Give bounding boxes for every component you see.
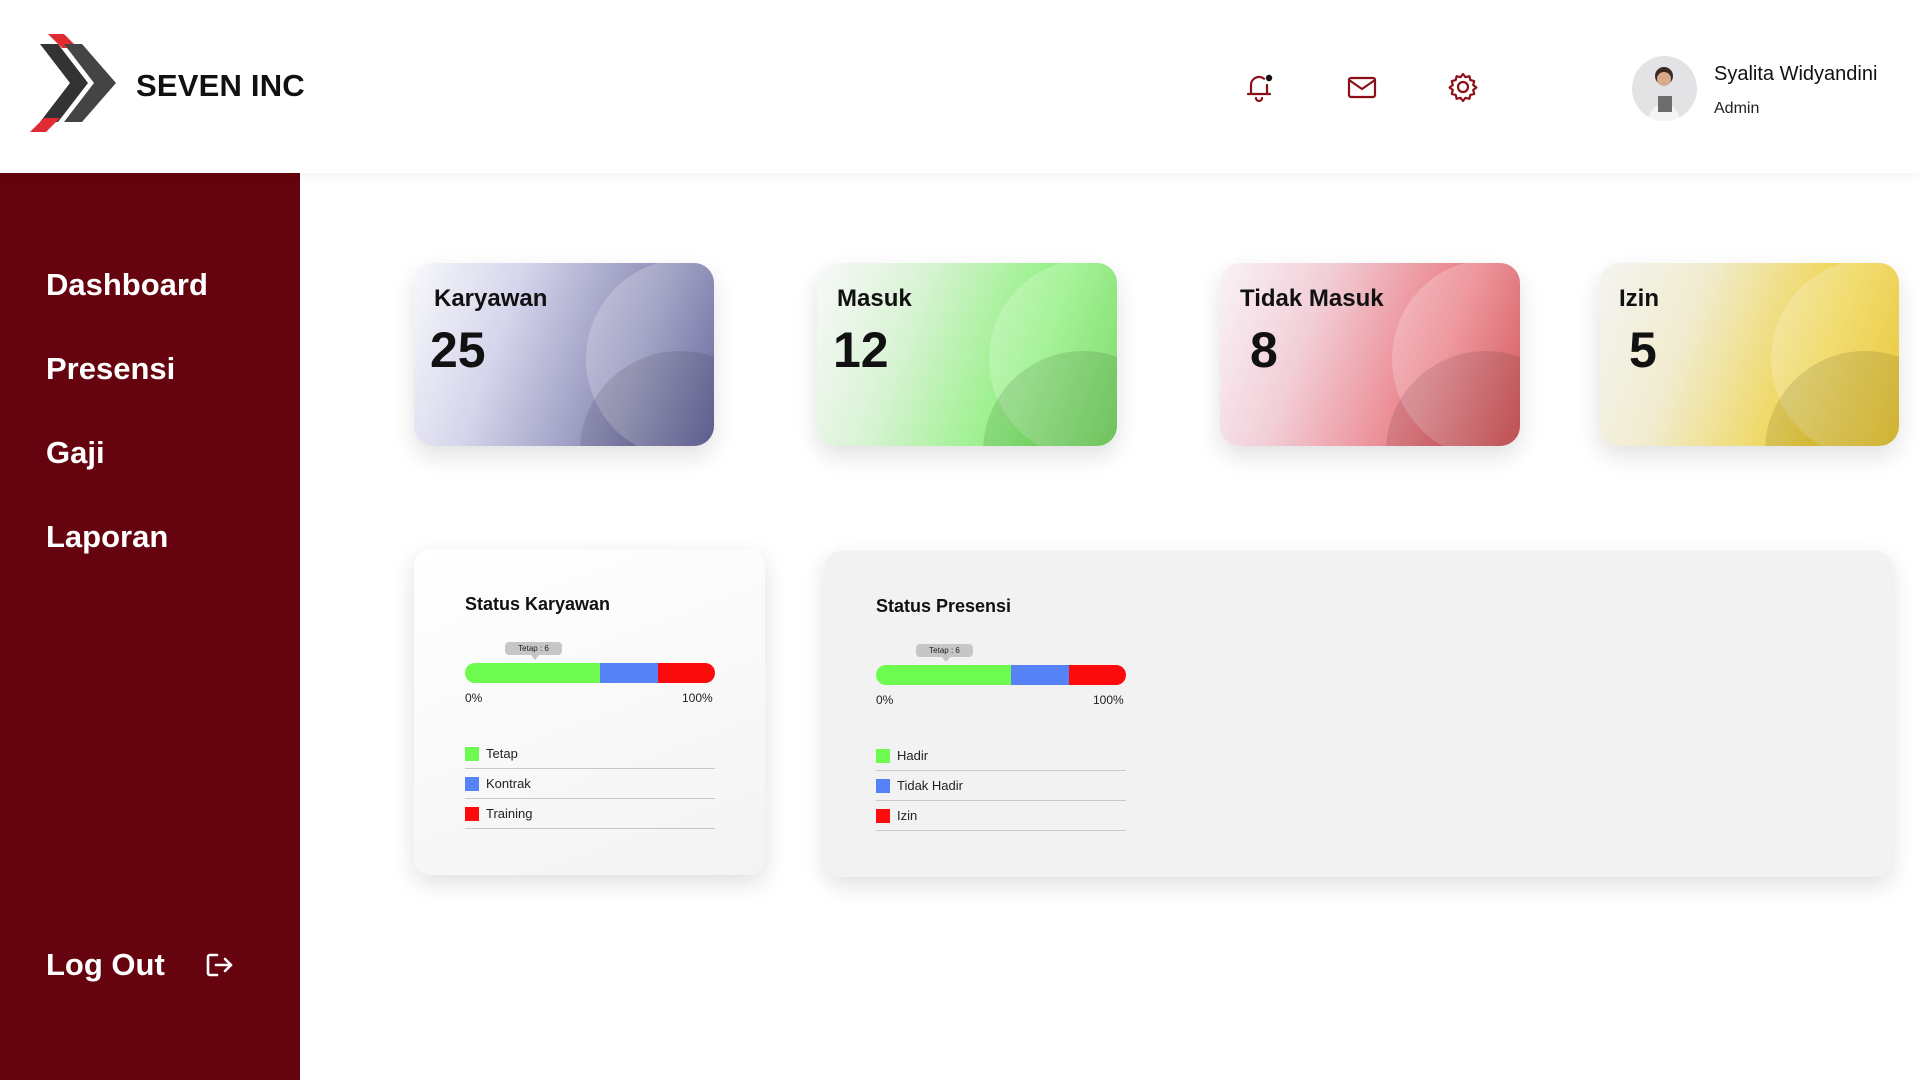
legend-swatch [876, 748, 890, 763]
brand-name: SEVEN INC [136, 68, 305, 103]
stat-card-masuk[interactable]: Masuk 12 [817, 263, 1117, 446]
legend-label: Kontrak [486, 776, 531, 791]
stat-title: Tidak Masuk [1240, 285, 1384, 312]
legend-label: Tidak Hadir [897, 778, 963, 793]
sidebar: Dashboard Presensi Gaji Laporan Log Out [0, 173, 300, 1080]
legend-label: Hadir [897, 748, 929, 763]
mail-icon[interactable] [1345, 70, 1379, 104]
logout-icon [206, 953, 233, 977]
sidebar-item-presensi[interactable]: Presensi [46, 351, 175, 387]
bar-segment-training [657, 663, 715, 683]
stat-value: 12 [833, 322, 889, 378]
legend-swatch [876, 808, 890, 823]
legend: Hadir Tidak Hadir Izin [876, 741, 1126, 831]
bar-segment-tetap [465, 663, 600, 683]
stacked-bar [876, 665, 1126, 685]
stat-card-karyawan[interactable]: Karyawan 25 [414, 263, 714, 446]
bar-segment-tidak-hadir [1011, 665, 1069, 685]
user-role: Admin [1714, 100, 1760, 117]
scale-max-label: 100% [682, 691, 713, 705]
user-name: Syalita Widyandini [1714, 63, 1878, 85]
scale-max-label: 100% [1093, 693, 1124, 707]
legend-item: Tetap [465, 739, 715, 769]
legend-item: Hadir [876, 741, 1126, 771]
scale-min-label: 0% [876, 693, 894, 707]
stat-title: Izin [1619, 285, 1659, 312]
sidebar-item-gaji[interactable]: Gaji [46, 435, 105, 471]
legend-swatch [465, 746, 479, 761]
stat-title: Masuk [837, 285, 912, 312]
gear-icon[interactable] [1446, 70, 1480, 104]
stat-card-izin[interactable]: Izin 5 [1599, 263, 1899, 446]
bar-segment-kontrak [600, 663, 658, 683]
status-karyawan-panel: Status Karyawan Tetap : 6 0% 100% Tetap … [414, 549, 765, 875]
legend-label: Izin [897, 808, 918, 823]
sidebar-item-dashboard[interactable]: Dashboard [46, 267, 208, 303]
legend: Tetap Kontrak Training [465, 739, 715, 829]
logout-button[interactable]: Log Out [46, 947, 235, 983]
status-presensi-panel: Status Presensi Tetap : 6 0% 100% Hadir … [825, 551, 1892, 877]
panel-title: Status Presensi [876, 596, 1012, 616]
bar-tooltip: Tetap : 6 [505, 642, 562, 660]
legend-swatch [876, 778, 890, 793]
avatar[interactable] [1632, 56, 1697, 121]
legend-swatch [465, 776, 479, 791]
legend-item: Training [465, 799, 715, 829]
panel-title: Status Karyawan [465, 594, 611, 614]
legend-item: Kontrak [465, 769, 715, 799]
logout-label: Log Out [46, 947, 165, 982]
legend-item: Izin [876, 801, 1126, 831]
stat-title: Karyawan [434, 285, 548, 312]
stat-card-tidak-masuk[interactable]: Tidak Masuk 8 [1220, 263, 1520, 446]
legend-label: Training [486, 806, 533, 821]
bell-icon[interactable] [1242, 70, 1276, 104]
bar-segment-hadir [876, 665, 1011, 685]
stat-value: 5 [1629, 322, 1657, 378]
scale-min-label: 0% [465, 691, 483, 705]
bar-tooltip: Tetap : 6 [916, 644, 973, 662]
legend-label: Tetap [486, 746, 518, 761]
seven-inc-logo[interactable] [28, 34, 124, 132]
stat-value: 8 [1250, 322, 1278, 378]
sidebar-item-laporan[interactable]: Laporan [46, 519, 168, 555]
stat-value: 25 [430, 322, 486, 378]
stacked-bar [465, 663, 715, 683]
bar-segment-izin [1068, 665, 1126, 685]
top-header: SEVEN INC Syalita Widyandini Admin [0, 0, 1920, 173]
legend-swatch [465, 806, 479, 821]
legend-item: Tidak Hadir [876, 771, 1126, 801]
